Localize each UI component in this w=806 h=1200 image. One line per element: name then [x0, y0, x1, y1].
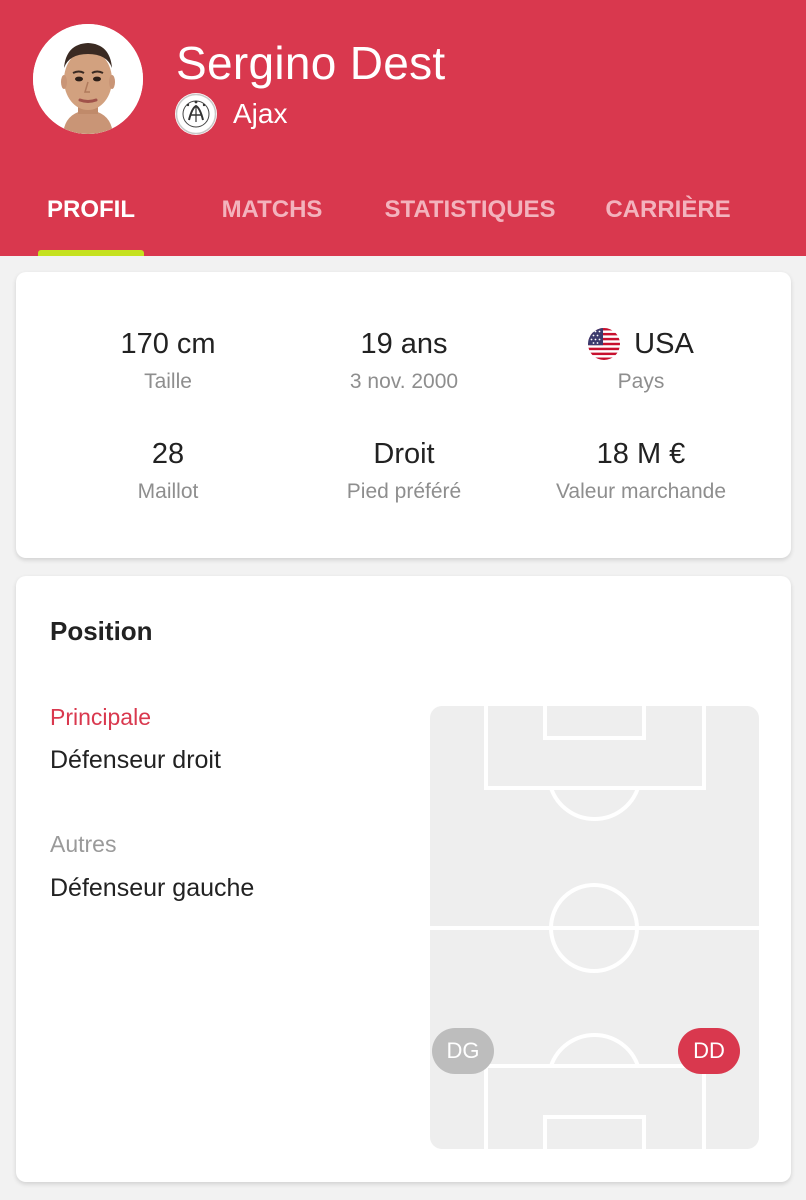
stat-foot-value: Droit: [373, 438, 435, 470]
tab-bar: PROFIL MATCHS STATISTIQUES CARRIÈRE: [0, 180, 806, 256]
stat-age: 19 ans 3 nov. 2000: [284, 324, 524, 394]
stat-market-value-label: Valeur marchande: [555, 480, 727, 503]
player-info-card: 170 cm Taille 19 ans 3 nov. 2000 USA Pay…: [16, 272, 791, 558]
stat-shirt-value: 28: [151, 438, 185, 470]
position-badge-dg: DG: [432, 1028, 494, 1074]
main-position-value: Défenseur droit: [50, 746, 221, 774]
stat-birthdate-label: 3 nov. 2000: [349, 370, 459, 393]
player-portrait-icon: [33, 24, 143, 134]
position-badge-dd: DD: [678, 1028, 740, 1074]
team-name: Ajax: [233, 98, 288, 129]
team-logo-icon: [175, 93, 217, 135]
other-positions-label: Autres: [50, 831, 117, 857]
tab-matchs-label: MATCHS: [221, 196, 323, 223]
stat-foot: Droit Pied préféré: [284, 434, 524, 504]
tab-profil[interactable]: PROFIL: [38, 180, 144, 256]
position-card: Position Principale Défenseur droit Autr…: [16, 576, 791, 1182]
player-name: Sergino Dest: [176, 37, 446, 89]
stat-height-value: 170 cm: [120, 328, 216, 360]
main-position-label: Principale: [50, 704, 151, 730]
position-title: Position: [50, 616, 153, 646]
stat-market-value: 18 M € Valeur marchande: [521, 434, 761, 504]
stat-foot-label: Pied préféré: [346, 480, 462, 503]
tab-statistiques[interactable]: STATISTIQUES: [374, 180, 566, 256]
tab-profil-label: PROFIL: [47, 196, 135, 223]
stat-shirt: 28 Maillot: [48, 434, 288, 504]
stat-country-label: Pays: [617, 370, 665, 393]
stat-market-value-value: 18 M €: [596, 438, 686, 470]
usa-flag-icon: [588, 328, 621, 360]
tab-carriere-label: CARRIÈRE: [605, 196, 731, 223]
stat-height-label: Taille: [144, 370, 192, 393]
country-name: USA: [634, 328, 694, 360]
active-tab-indicator: [38, 250, 144, 256]
other-position-value: Défenseur gauche: [50, 874, 255, 902]
stat-shirt-label: Maillot: [137, 480, 199, 503]
tab-statistiques-label: STATISTIQUES: [384, 196, 556, 223]
stat-country-value: USA: [521, 324, 761, 364]
stat-height: 170 cm Taille: [48, 324, 288, 394]
stat-country: USA Pays: [521, 324, 761, 394]
player-header: Sergino Dest Ajax PROFIL MATCHS STATISTI: [0, 0, 806, 256]
tab-carriere[interactable]: CARRIÈRE: [596, 180, 740, 256]
tab-matchs[interactable]: MATCHS: [200, 180, 344, 256]
pitch-diagram: [430, 706, 759, 1149]
team-row[interactable]: Ajax: [175, 93, 287, 135]
stat-age-value: 19 ans: [360, 328, 448, 360]
player-avatar: [33, 24, 143, 134]
